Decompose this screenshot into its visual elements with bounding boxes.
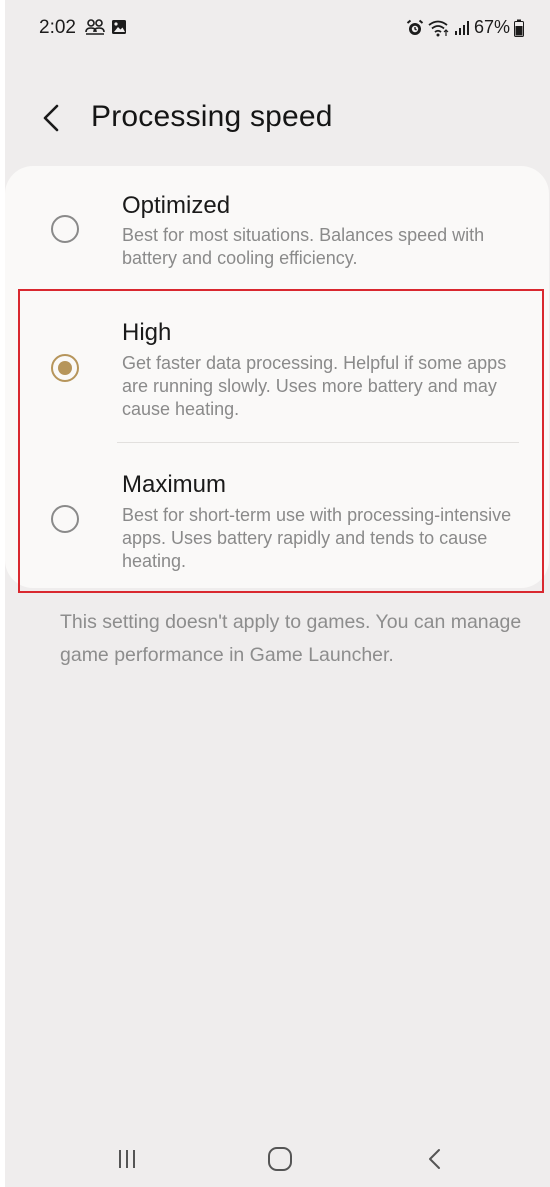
app-bar: Processing speed: [5, 80, 550, 156]
home-button[interactable]: [262, 1144, 298, 1174]
option-maximum[interactable]: Maximum Best for short-term use with pro…: [5, 443, 549, 588]
option-high[interactable]: High Get faster data processing. Helpful…: [5, 291, 549, 443]
back-button[interactable]: [33, 98, 73, 138]
navigation-bar: [5, 1130, 550, 1187]
wifi-icon: [428, 19, 450, 37]
back-icon: [429, 1149, 440, 1169]
status-notification-icons: [85, 19, 127, 40]
option-title: High: [122, 319, 172, 346]
status-right-group: 67%: [406, 17, 524, 38]
screen: 2:02 67% Processing speed Optimized Best…: [5, 0, 550, 1187]
radio-high-selected[interactable]: [51, 354, 79, 382]
recents-button[interactable]: [109, 1144, 145, 1174]
people-icon: [85, 19, 105, 40]
alarm-icon: [406, 19, 424, 37]
battery-icon: [514, 19, 524, 37]
recents-icon: [119, 1150, 135, 1168]
option-description: Best for short-term use with processing-…: [122, 505, 512, 571]
nav-back-button[interactable]: [417, 1144, 453, 1174]
image-icon: [111, 19, 127, 40]
footnote-text: This setting doesn't apply to games. You…: [60, 611, 522, 666]
home-icon: [268, 1147, 292, 1171]
option-title: Maximum: [122, 471, 227, 498]
option-description: Get faster data processing. Helpful if s…: [122, 353, 507, 419]
option-description: Best for most situations. Balances speed…: [122, 225, 485, 268]
option-optimized[interactable]: Optimized Best for most situations. Bala…: [5, 166, 549, 291]
option-title: Optimized: [122, 192, 231, 219]
battery-percentage: 67%: [473, 17, 510, 37]
status-bar: 2:02 67%: [5, 0, 550, 56]
radio-maximum[interactable]: [51, 505, 79, 533]
radio-optimized[interactable]: [51, 215, 79, 243]
status-time: 2:02: [39, 17, 76, 38]
chevron-left-icon: [43, 104, 59, 132]
signal-icon: [454, 20, 470, 36]
page-title: Processing speed: [91, 100, 333, 133]
options-card: Optimized Best for most situations. Bala…: [5, 166, 549, 588]
